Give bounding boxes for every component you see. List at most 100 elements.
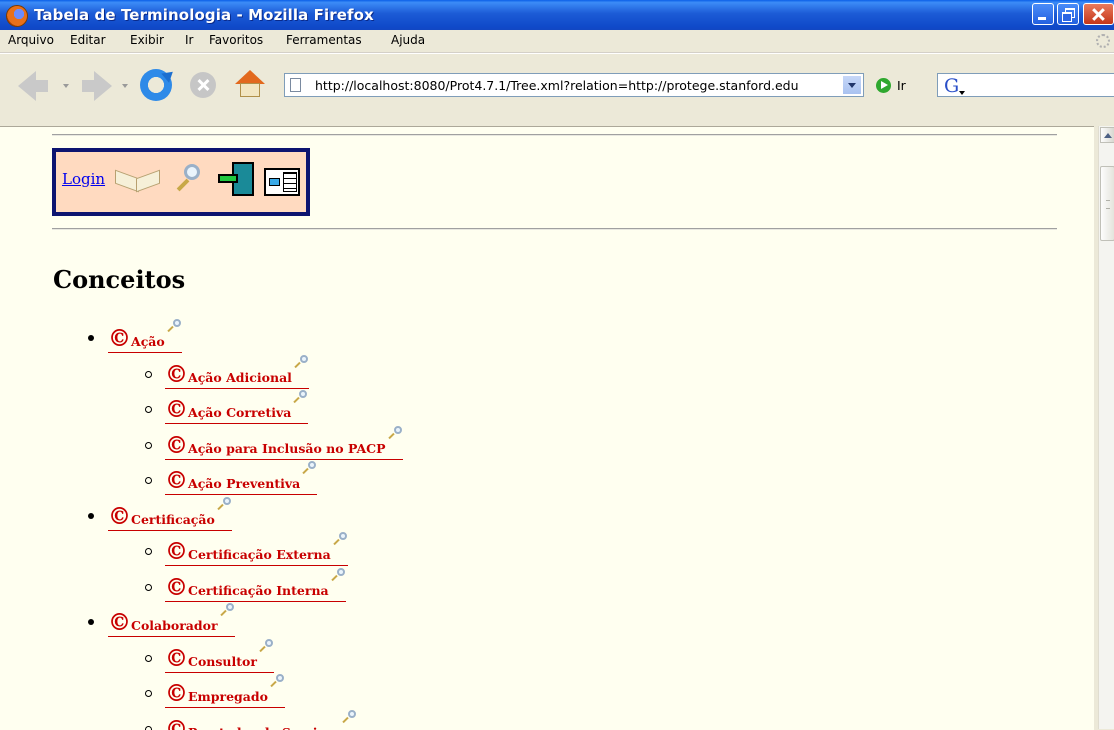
concept-label: Certificação Interna [188,583,329,598]
menu-editar[interactable]: Editar [70,33,106,47]
search-box[interactable]: G [937,73,1114,97]
concept-link[interactable]: ©Ação [108,325,182,353]
concept-class-icon: © [165,716,188,730]
magnifier-icon[interactable] [170,164,206,198]
forward-arrow-icon[interactable] [82,71,112,101]
magnifier-icon[interactable] [330,568,346,584]
menu-favoritos[interactable]: Favoritos [209,33,263,47]
magnifier-icon[interactable] [293,355,309,371]
vertical-scrollbar[interactable] [1098,126,1114,729]
minimize-button[interactable] [1032,3,1054,25]
concept-label: Ação Corretiva [188,405,291,420]
concept-class-icon: © [165,538,188,565]
concept-label: Prestador de Servicos [188,725,340,730]
magnifier-icon[interactable] [269,674,285,690]
bullet-icon [88,513,94,519]
page-content: Login Conceitos ©Ação©Ação Adicional©Açã… [0,126,1094,730]
concept-link[interactable]: ©Colaborador [108,609,235,637]
bullet-icon [145,442,152,449]
home-icon[interactable] [235,70,265,100]
firefox-logo-icon [6,5,28,27]
forward-history-dropdown-icon[interactable] [122,84,128,88]
concept-label: Colaborador [131,618,218,633]
magnifier-icon[interactable] [301,461,317,477]
stop-icon[interactable] [190,72,216,98]
concept-link[interactable]: ©Consultor [165,645,274,673]
concept-class-icon: © [165,680,188,707]
concept-link[interactable]: ©Ação Adicional [165,361,309,389]
page-heading: Conceitos [53,265,185,294]
navigation-toolbar: http://localhost:8080/Prot4.7.1/Tree.xml… [0,53,1114,126]
concept-link[interactable]: ©Empregado [165,680,285,708]
concept-class-icon: © [165,645,188,672]
magnifier-icon[interactable] [332,532,348,548]
restore-button[interactable] [1057,3,1079,25]
concept-link[interactable]: ©Certificação Interna [165,574,346,602]
menu-bar: Arquivo Editar Exibir Ir Favoritos Ferra… [0,30,1114,53]
concept-class-icon: © [165,432,188,459]
concept-class-icon: © [108,503,131,530]
concept-link[interactable]: ©Ação para Inclusão no PACP [165,432,403,460]
menu-exibir[interactable]: Exibir [130,33,164,47]
concept-link[interactable]: ©Ação Preventiva [165,467,317,495]
menu-ir[interactable]: Ir [185,33,193,47]
page-nav-box: Login [52,148,310,216]
magnifier-icon[interactable] [166,319,182,335]
concept-label: Certificação [131,512,215,527]
magnifier-icon[interactable] [292,390,308,406]
address-bar[interactable]: http://localhost:8080/Prot4.7.1/Tree.xml… [284,73,864,97]
book-icon[interactable] [115,172,159,190]
bullet-icon [145,726,152,730]
window-title: Tabela de Terminologia - Mozilla Firefox [34,6,374,24]
menu-ferramentas[interactable]: Ferramentas [286,33,362,47]
search-engine-icon[interactable]: G [944,75,959,97]
concept-link[interactable]: ©Ação Corretiva [165,396,308,424]
magnifier-icon[interactable] [219,603,235,619]
magnifier-icon[interactable] [216,497,232,513]
scroll-thumb[interactable] [1100,166,1114,241]
magnifier-icon[interactable] [387,426,403,442]
concept-label: Ação [131,334,165,349]
bullet-icon [145,584,152,591]
bullet-icon [145,477,152,484]
go-button-label[interactable]: Ir [897,78,906,93]
reload-icon[interactable] [140,69,172,101]
bullet-icon [145,371,152,378]
horizontal-rule [52,134,1057,136]
concept-class-icon: © [165,574,188,601]
magnifier-icon[interactable] [341,710,357,726]
bullet-icon [145,690,152,697]
magnifier-icon[interactable] [258,639,274,655]
close-button[interactable] [1083,3,1114,25]
concept-class-icon: © [165,361,188,388]
concept-label: Consultor [188,654,257,669]
tree-view-icon[interactable] [264,168,300,196]
menu-arquivo[interactable]: Arquivo [8,33,54,47]
concept-link[interactable]: ©Certificação [108,503,232,531]
bullet-icon [88,335,94,341]
title-bar: Tabela de Terminologia - Mozilla Firefox [0,0,1114,30]
page-icon [290,78,301,92]
logout-door-icon[interactable] [216,160,260,204]
concept-link[interactable]: ©Prestador de Servicos [165,716,357,730]
bullet-icon [88,619,94,625]
concept-class-icon: © [165,467,188,494]
concept-label: Ação Preventiva [188,476,300,491]
bullet-icon [145,655,152,662]
bullet-icon [145,548,152,555]
go-icon[interactable] [876,78,891,93]
concept-label: Empregado [188,689,268,704]
bullet-icon [145,406,152,413]
menu-ajuda[interactable]: Ajuda [391,33,425,47]
concept-label: Ação para Inclusão no PACP [188,441,386,456]
concept-link[interactable]: ©Certificação Externa [165,538,348,566]
login-link[interactable]: Login [62,170,105,188]
back-arrow-icon[interactable] [18,71,48,101]
scroll-up-arrow-icon[interactable] [1100,127,1114,143]
address-dropdown-button[interactable] [842,75,862,95]
concept-class-icon: © [108,609,131,636]
horizontal-rule [52,228,1057,230]
back-history-dropdown-icon[interactable] [63,84,69,88]
address-input[interactable]: http://localhost:8080/Prot4.7.1/Tree.xml… [315,78,835,93]
concept-label: Ação Adicional [188,370,292,385]
